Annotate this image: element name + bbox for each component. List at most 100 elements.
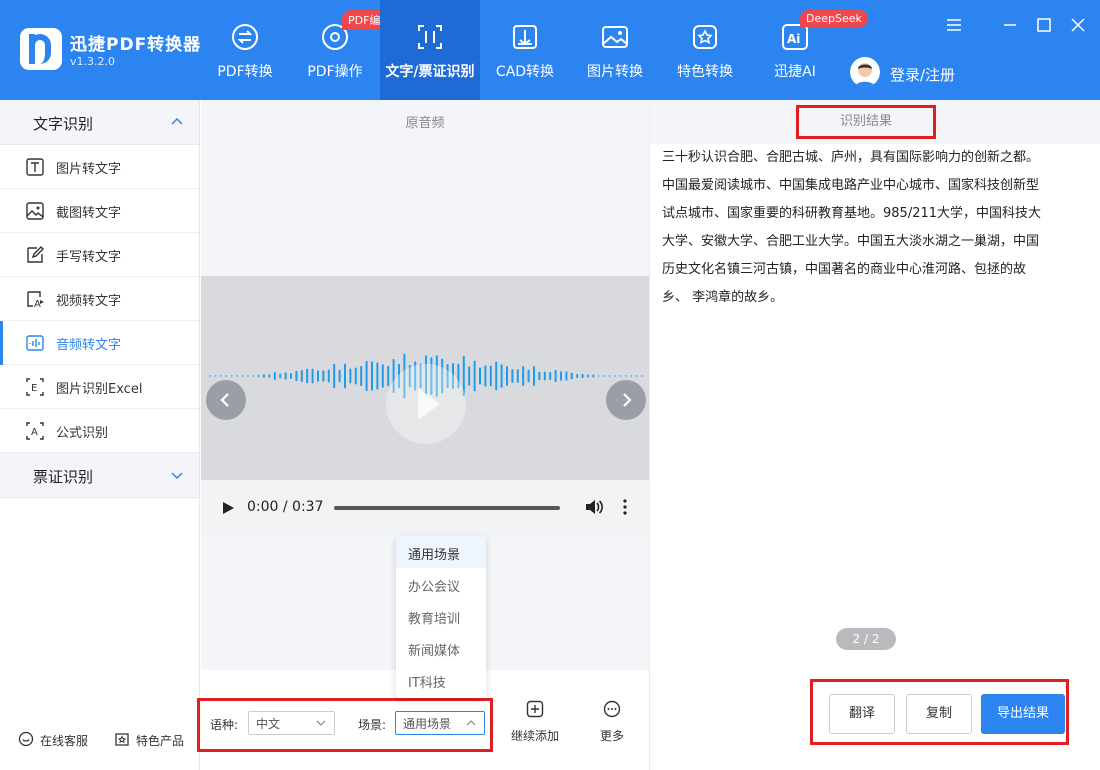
login-label: 登录/注册 [890, 66, 956, 84]
sidebar-item-label: 手写转文字 [56, 250, 122, 265]
nav-ai[interactable]: Ai 迅捷AI DeepSeek [750, 0, 868, 100]
scene-option-label: 教育培训 [408, 612, 461, 627]
options-highlight: 语种: 中文 场景: 通用场景 [197, 698, 493, 752]
nav-ocr[interactable]: 文字/票证识别 [380, 0, 480, 100]
sidebar-item-label: 公式识别 [56, 426, 109, 441]
sidebar-item-image-excel[interactable]: E 图片识别Excel [0, 365, 199, 409]
nav-label: 特色转换 [677, 64, 733, 80]
ocr-icon [418, 25, 442, 49]
svg-text:A: A [34, 299, 41, 309]
sidebar-item-handwrite-to-text[interactable]: 手写转文字 [0, 233, 199, 277]
scene-option-label: 新闻媒体 [408, 644, 461, 659]
menu-icon[interactable] [944, 15, 964, 35]
play-icon [418, 388, 440, 420]
result-line: 乡、 李鸿章的故乡。 [662, 290, 784, 305]
language-select[interactable]: 中文 [248, 711, 335, 735]
play-icon[interactable] [221, 501, 235, 515]
waveform-bar [344, 363, 346, 389]
waveform-bar [209, 375, 211, 377]
continue-add-button[interactable]: 继续添加 [505, 700, 565, 750]
result-panel: 识别结果 三十秒认识合肥、合肥古城、庐州，具有国际影响力的创新之都。 中国最爱阅… [650, 100, 1100, 670]
scene-option[interactable]: 教育培训 [396, 600, 486, 632]
scene-option[interactable]: 办公会议 [396, 568, 486, 600]
minimize-icon[interactable] [1000, 15, 1020, 35]
close-icon[interactable] [1068, 15, 1088, 35]
more-vert-icon[interactable] [619, 498, 631, 516]
sidebar-item-audio-to-text[interactable]: 音频转文字 [0, 321, 199, 365]
image-icon [602, 26, 628, 48]
waveform-bar [300, 370, 303, 382]
waveform-bar [587, 374, 589, 378]
scene-option[interactable]: 新闻媒体 [396, 632, 486, 664]
sidebar-item-screenshot-to-text[interactable]: 截图转文字 [0, 189, 199, 233]
featured-products-label: 特色产品 [136, 734, 185, 748]
waveform-bar [527, 369, 530, 383]
waveform-bar [376, 362, 379, 390]
deepseek-badge: DeepSeek [800, 10, 868, 27]
cad-icon [513, 25, 537, 49]
add-icon [526, 700, 544, 718]
audio-text-icon [26, 335, 44, 351]
section-text-ocr[interactable]: 文字识别 [0, 100, 199, 145]
translate-button[interactable]: 翻译 [829, 694, 895, 734]
waveform-bar [511, 368, 514, 384]
waveform-bar [284, 372, 287, 380]
nav-image[interactable]: 图片转换 [570, 0, 660, 100]
sidebar-item-image-to-text[interactable]: 图片转文字 [0, 145, 199, 189]
scene-option[interactable]: 通用场景 [396, 536, 486, 568]
scene-select[interactable]: 通用场景 [395, 711, 485, 735]
continue-add-label: 继续添加 [510, 729, 559, 743]
online-service-button[interactable]: 在线客服 [18, 728, 98, 754]
result-header: 识别结果 [650, 100, 1100, 144]
svg-text:A: A [31, 427, 38, 438]
playback-progress[interactable] [334, 506, 560, 510]
waveform-bar [225, 375, 228, 377]
more-button[interactable]: 更多 [582, 700, 642, 750]
result-line: 三十秒认识合肥、合肥古城、庐州，具有国际影响力的创新之都。 [662, 150, 1040, 165]
sidebar-item-video-to-text[interactable]: A 视频转文字 [0, 277, 199, 321]
prev-button[interactable] [206, 380, 246, 420]
waveform-bar [500, 364, 503, 388]
waveform-bar [597, 375, 600, 377]
chevron-left-icon [220, 393, 229, 407]
waveform-bar [230, 375, 233, 377]
scene-option[interactable]: IT科技 [396, 664, 486, 696]
waveform-bar [354, 367, 357, 385]
nav-pdf-convert[interactable]: PDF转换 [200, 0, 290, 100]
featured-products-button[interactable]: 特色产品 [114, 728, 194, 754]
nav-label: PDF转换 [217, 64, 273, 80]
waveform-bar [581, 373, 584, 379]
chevron-up-icon [466, 720, 476, 726]
scene-dropdown: 通用场景 办公会议 教育培训 新闻媒体 IT科技 [396, 536, 486, 698]
sidebar-footer: 在线客服 特色产品 [0, 728, 200, 754]
waveform-bar [381, 364, 384, 388]
app-name: 迅捷PDF转换器 [70, 35, 202, 55]
result-line: 中国最爱阅读城市、中国集成电路产业中心城市、国家科技创新型 [662, 178, 1040, 193]
waveform-bar [333, 363, 336, 389]
maximize-icon[interactable] [1034, 15, 1054, 35]
next-button[interactable] [606, 380, 646, 420]
formula-icon: A [26, 422, 44, 440]
export-results-button[interactable]: 导出结果 [981, 694, 1065, 734]
volume-icon[interactable] [584, 498, 604, 516]
waveform-bar [268, 374, 271, 378]
waveform-bar [263, 374, 265, 378]
nav-cad[interactable]: CAD转换 [480, 0, 570, 100]
sidebar-item-label: 音频转文字 [56, 338, 122, 353]
nav-special[interactable]: 特色转换 [660, 0, 750, 100]
top-header: 迅捷PDF转换器 v1.3.2.0 PDF转换 PDF操作 PDF编辑 文字/票… [0, 0, 1100, 100]
waveform-bar [576, 374, 579, 378]
section-ticket-ocr[interactable]: 票证识别 [0, 453, 199, 498]
sidebar-item-label: 图片识别Excel [56, 382, 143, 397]
pdf-convert-icon [232, 24, 258, 50]
copy-button[interactable]: 复制 [906, 694, 972, 734]
waveform-bar [516, 369, 519, 383]
result-text[interactable]: 三十秒认识合肥、合肥古城、庐州，具有国际影响力的创新之都。 中国最爱阅读城市、中… [662, 144, 1087, 312]
sidebar-item-formula[interactable]: A 公式识别 [0, 409, 199, 453]
waveform-bar [236, 375, 238, 377]
waveform-bar [311, 368, 314, 384]
waveform-bar [317, 370, 319, 382]
more-icon [603, 700, 621, 718]
play-overlay-button[interactable] [386, 364, 466, 444]
nav-pdf-operate[interactable]: PDF操作 PDF编辑 [290, 0, 398, 100]
